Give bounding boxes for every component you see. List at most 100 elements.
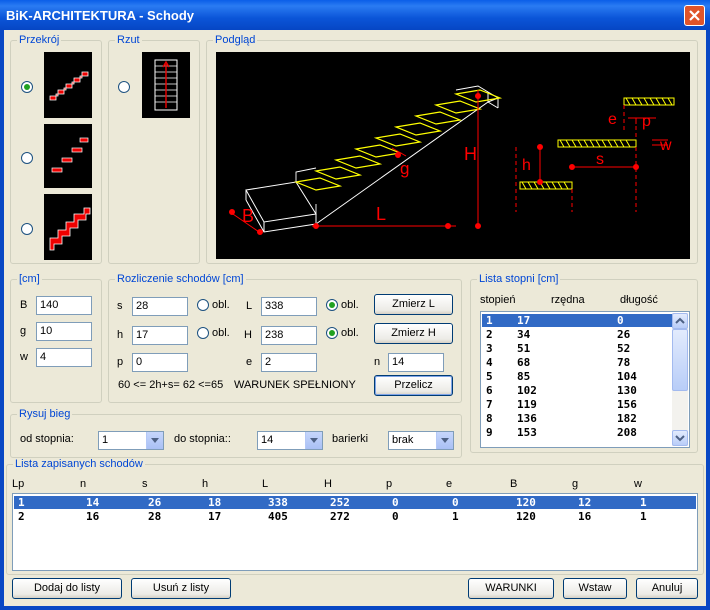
- saved-cell: 0: [392, 496, 399, 509]
- close-button[interactable]: [684, 5, 705, 26]
- scroll-thumb[interactable]: [672, 329, 688, 391]
- wstaw-button[interactable]: Wstaw: [563, 578, 627, 599]
- saved-cell: 18: [208, 496, 222, 509]
- section-type-2-thumbnail[interactable]: [44, 124, 92, 188]
- step-cell: 119: [517, 398, 537, 411]
- g-label: g: [20, 325, 27, 337]
- p-input[interactable]: 0: [132, 353, 188, 372]
- step-cell: 130: [617, 384, 637, 397]
- group-przekroj-label: Przekrój: [17, 34, 62, 47]
- bariery-label: barierki: [332, 433, 369, 445]
- do-stopnia-select[interactable]: 14: [257, 431, 323, 450]
- col-header-dlugosc: długość: [620, 294, 658, 306]
- step-row[interactable]: 8 136 182: [482, 412, 672, 425]
- step-cell: 136: [517, 412, 537, 425]
- section-type-1-radio[interactable]: [21, 81, 33, 93]
- group-rzut-label: Rzut: [115, 34, 142, 47]
- preview-label-B: B: [242, 206, 254, 226]
- saved-cell: 0: [392, 510, 399, 523]
- preview-label-s: s: [596, 151, 604, 168]
- h-obl-radio[interactable]: [197, 327, 209, 339]
- saved-cell: 16: [578, 510, 592, 523]
- scroll-up-button[interactable]: [672, 313, 688, 329]
- usun-z-listy-button[interactable]: Usuń z listy: [131, 578, 231, 599]
- zmierz-h-button[interactable]: Zmierz H: [374, 323, 453, 344]
- plan-view-radio[interactable]: [118, 81, 130, 93]
- step-cell: 68: [517, 356, 531, 369]
- do-stopnia-value: 14: [261, 434, 274, 446]
- scroll-down-button[interactable]: [672, 430, 688, 446]
- step-cell: 51: [517, 342, 531, 355]
- saved-cell: 120: [516, 496, 536, 509]
- step-cell: 153: [517, 426, 537, 439]
- group-rozliczenie-label: Rozliczenie schodów [cm]: [115, 273, 246, 286]
- H-input[interactable]: 238: [261, 326, 317, 345]
- stair-separate-steps-icon: [51, 137, 89, 173]
- step-row[interactable]: 7 119 156: [482, 398, 672, 411]
- saved-cell: 2: [18, 510, 25, 523]
- saved-cell: 405: [268, 510, 288, 523]
- n-label: n: [374, 356, 381, 368]
- p-label: p: [117, 356, 124, 368]
- zmierz-l-button[interactable]: Zmierz L: [374, 294, 453, 315]
- n-input[interactable]: 14: [388, 353, 444, 372]
- saved-col-header: p: [386, 478, 393, 490]
- group-lista-stopni-label: Lista stopni [cm]: [477, 273, 561, 286]
- saved-cell: 28: [148, 510, 162, 523]
- e-input[interactable]: 2: [261, 353, 317, 372]
- steps-list-scrollbar[interactable]: [672, 313, 688, 446]
- section-type-3-thumbnail[interactable]: [44, 194, 92, 260]
- h-input[interactable]: 17: [132, 326, 188, 345]
- step-cell: 3: [486, 342, 493, 355]
- stair-continuous-icon: [49, 71, 89, 101]
- saved-stair-row[interactable]: 2 16 28 17 405 272 0 1 120 16 1: [14, 510, 696, 523]
- step-cell: 4: [486, 356, 493, 369]
- saved-cell: 0: [452, 496, 459, 509]
- step-cell: 17: [517, 314, 531, 327]
- dodaj-do-listy-button[interactable]: Dodaj do listy: [12, 578, 122, 599]
- anuluj-button[interactable]: Anuluj: [636, 578, 698, 599]
- saved-cell: 252: [330, 496, 350, 509]
- steps-list[interactable]: 1 17 0 2 34 26 3 51 52 4 68 78 5 85 104 6 102 130 7 119 156 8…: [480, 311, 690, 448]
- chevron-up-icon: [675, 317, 685, 324]
- dropdown-arrow-icon: [436, 432, 453, 449]
- s-obl-radio[interactable]: [197, 299, 209, 311]
- saved-stair-row[interactable]: 1 14 26 18 338 252 0 0 120 12 1: [14, 496, 696, 509]
- warunki-button[interactable]: WARUNKI: [468, 578, 554, 599]
- section-type-3-radio[interactable]: [21, 223, 33, 235]
- saved-cell: 338: [268, 496, 288, 509]
- bariery-value: brak: [392, 434, 414, 446]
- L-input[interactable]: 338: [261, 297, 317, 316]
- step-cell: 7: [486, 398, 493, 411]
- step-cell: 8: [486, 412, 493, 425]
- step-row[interactable]: 6 102 130: [482, 384, 672, 397]
- g-input[interactable]: 10: [36, 322, 92, 341]
- przelicz-button[interactable]: Przelicz: [374, 375, 453, 396]
- preview-label-e: e: [608, 111, 617, 128]
- step-row[interactable]: 1 17 0: [482, 314, 672, 327]
- s-input[interactable]: 28: [132, 297, 188, 316]
- saved-col-header: w: [634, 478, 642, 490]
- L-obl-radio[interactable]: [326, 299, 338, 311]
- step-row[interactable]: 9 153 208: [482, 426, 672, 439]
- saved-stairs-list[interactable]: 1 14 26 18 338 252 0 0 120 12 1 2 16 28 17 405 272 0 1 120 1…: [12, 493, 698, 571]
- H-obl-radio[interactable]: [326, 327, 338, 339]
- w-input[interactable]: 4: [36, 348, 92, 367]
- step-row[interactable]: 4 68 78: [482, 356, 672, 369]
- step-row[interactable]: 3 51 52: [482, 342, 672, 355]
- dropdown-arrow-icon: [146, 432, 163, 449]
- section-type-2-radio[interactable]: [21, 152, 33, 164]
- step-row[interactable]: 5 85 104: [482, 370, 672, 383]
- bariery-select[interactable]: brak: [388, 431, 454, 450]
- L-obl-label: obl.: [341, 299, 359, 311]
- step-row[interactable]: 2 34 26: [482, 328, 672, 341]
- saved-col-header: Lp: [12, 478, 25, 490]
- saved-cell: 272: [330, 510, 350, 523]
- group-podglad-label: Podgląd: [213, 34, 258, 47]
- plan-view-thumbnail[interactable]: [142, 52, 190, 118]
- saved-col-header: e: [446, 478, 453, 490]
- section-type-1-thumbnail[interactable]: [44, 52, 92, 118]
- saved-cell: 1: [640, 510, 647, 523]
- B-input[interactable]: 140: [36, 296, 92, 315]
- od-stopnia-select[interactable]: 1: [98, 431, 164, 450]
